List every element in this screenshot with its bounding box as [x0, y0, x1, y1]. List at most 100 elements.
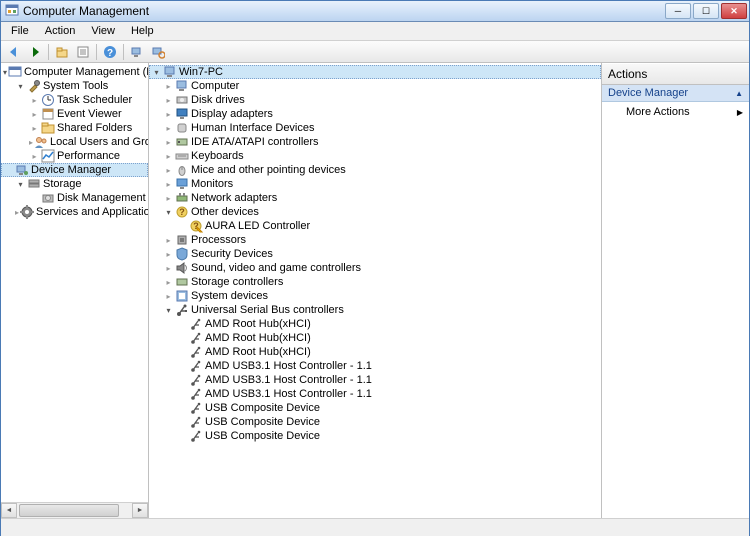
expander-icon[interactable] [163, 137, 174, 148]
expander-icon[interactable] [163, 81, 174, 92]
expander-icon[interactable] [15, 207, 19, 218]
expander-icon[interactable] [163, 305, 174, 316]
scroll-left-button[interactable]: ◄ [1, 503, 17, 518]
expander-icon[interactable] [3, 67, 7, 78]
leftTree-item[interactable]: Disk Management [1, 191, 148, 205]
expander-icon[interactable] [29, 123, 40, 134]
midTree-item[interactable]: System devices [149, 289, 601, 303]
content-area: Computer Management (LocalSystem ToolsTa… [1, 63, 749, 518]
expander-icon[interactable] [163, 235, 174, 246]
navigation-tree[interactable]: Computer Management (LocalSystem ToolsTa… [1, 63, 148, 221]
midTree-item[interactable]: ?AURA LED Controller [149, 219, 601, 233]
midTree-item[interactable]: USB Composite Device [149, 415, 601, 429]
expander-icon[interactable] [29, 151, 40, 162]
midTree-item[interactable]: Display adapters [149, 107, 601, 121]
monitor-icon [175, 177, 189, 191]
midTree-item[interactable]: Win7-PC [149, 65, 601, 79]
leftTree-item[interactable]: Local Users and Groups [1, 135, 148, 149]
midTree-item[interactable]: Disk drives [149, 93, 601, 107]
forward-button[interactable] [25, 43, 45, 61]
midTree-item[interactable]: Network adapters [149, 191, 601, 205]
midTree-item[interactable]: Storage controllers [149, 275, 601, 289]
midTree-item[interactable]: IDE ATA/ATAPI controllers [149, 135, 601, 149]
expander-icon[interactable] [15, 81, 26, 92]
actions-section[interactable]: Device Manager ▲ [602, 85, 749, 102]
midTree-item[interactable]: AMD Root Hub(xHCI) [149, 317, 601, 331]
midTree-item[interactable]: Keyboards [149, 149, 601, 163]
leftTree-item[interactable]: Event Viewer [1, 107, 148, 121]
midTree-item[interactable]: AMD Root Hub(xHCI) [149, 345, 601, 359]
midTree-item[interactable]: Universal Serial Bus controllers [149, 303, 601, 317]
midTree-item[interactable]: Mice and other pointing devices [149, 163, 601, 177]
midTree-item[interactable]: Processors [149, 233, 601, 247]
leftTree-item[interactable]: System Tools [1, 79, 148, 93]
scan-button[interactable] [127, 43, 147, 61]
services-icon [20, 205, 34, 219]
expander-icon[interactable] [163, 109, 174, 120]
expander-icon[interactable] [163, 263, 174, 274]
midTree-item[interactable]: Security Devices [149, 247, 601, 261]
leftTree-item[interactable]: Performance [1, 149, 148, 163]
refresh-button[interactable] [148, 43, 168, 61]
leftTree-item[interactable]: Services and Applications [1, 205, 148, 219]
midTree-item[interactable]: AMD USB3.1 Host Controller - 1.1 [149, 387, 601, 401]
midTree-item[interactable]: USB Composite Device [149, 429, 601, 443]
midTree-item[interactable]: USB Composite Device [149, 401, 601, 415]
midTree-item[interactable]: Human Interface Devices [149, 121, 601, 135]
navigation-pane: Computer Management (LocalSystem ToolsTa… [1, 63, 149, 518]
midTree-item[interactable]: AMD Root Hub(xHCI) [149, 331, 601, 345]
expander-icon[interactable] [163, 151, 174, 162]
midTree-item[interactable]: ?Other devices [149, 205, 601, 219]
close-button[interactable]: ✕ [721, 3, 747, 19]
expander-icon[interactable] [163, 249, 174, 260]
expander-icon[interactable] [151, 67, 162, 78]
maximize-button[interactable]: ☐ [693, 3, 719, 19]
titlebar: Computer Management ─ ☐ ✕ [1, 1, 749, 22]
scroll-track[interactable] [17, 503, 132, 518]
up-button[interactable] [52, 43, 72, 61]
expander-icon[interactable] [29, 137, 33, 148]
midTree-item[interactable]: AMD USB3.1 Host Controller - 1.1 [149, 359, 601, 373]
hid-icon [175, 121, 189, 135]
more-actions-item[interactable]: More Actions ▶ [602, 102, 749, 122]
leftTree-label: Performance [57, 150, 120, 162]
scroll-right-button[interactable]: ► [132, 503, 148, 518]
midTree-item[interactable]: Sound, video and game controllers [149, 261, 601, 275]
sec-icon [175, 247, 189, 261]
expander-icon[interactable] [163, 179, 174, 190]
midTree-label: Security Devices [191, 248, 273, 260]
back-button[interactable] [4, 43, 24, 61]
device-tree[interactable]: Win7-PCComputerDisk drivesDisplay adapte… [149, 63, 601, 445]
expander-icon [177, 319, 188, 330]
menu-file[interactable]: File [3, 23, 37, 39]
properties-button[interactable] [73, 43, 93, 61]
menu-help[interactable]: Help [123, 23, 162, 39]
expander-icon[interactable] [163, 95, 174, 106]
leftTree-item[interactable]: Task Scheduler [1, 93, 148, 107]
expander-icon[interactable] [163, 165, 174, 176]
expander-icon[interactable] [29, 95, 40, 106]
midTree-item[interactable]: AMD USB3.1 Host Controller - 1.1 [149, 373, 601, 387]
menu-view[interactable]: View [83, 23, 123, 39]
expander-icon[interactable] [163, 123, 174, 134]
expander-icon[interactable] [15, 179, 26, 190]
detail-pane: Win7-PCComputerDisk drivesDisplay adapte… [149, 63, 601, 518]
expander-icon[interactable] [29, 109, 40, 120]
leftTree-item[interactable]: Storage [1, 177, 148, 191]
menu-action[interactable]: Action [37, 23, 84, 39]
mouse-icon [175, 163, 189, 177]
cpu-icon [175, 233, 189, 247]
expander-icon[interactable] [163, 207, 174, 218]
midTree-item[interactable]: Computer [149, 79, 601, 93]
scrollbar-horizontal[interactable]: ◄ ► [1, 502, 148, 518]
leftTree-item[interactable]: Device Manager [1, 163, 148, 177]
midTree-item[interactable]: Monitors [149, 177, 601, 191]
leftTree-item[interactable]: Shared Folders [1, 121, 148, 135]
scroll-thumb[interactable] [19, 504, 119, 517]
help-button[interactable]: ? [100, 43, 120, 61]
expander-icon[interactable] [163, 277, 174, 288]
expander-icon[interactable] [163, 291, 174, 302]
leftTree-item[interactable]: Computer Management (Local [1, 65, 148, 79]
minimize-button[interactable]: ─ [665, 3, 691, 19]
expander-icon[interactable] [163, 193, 174, 204]
